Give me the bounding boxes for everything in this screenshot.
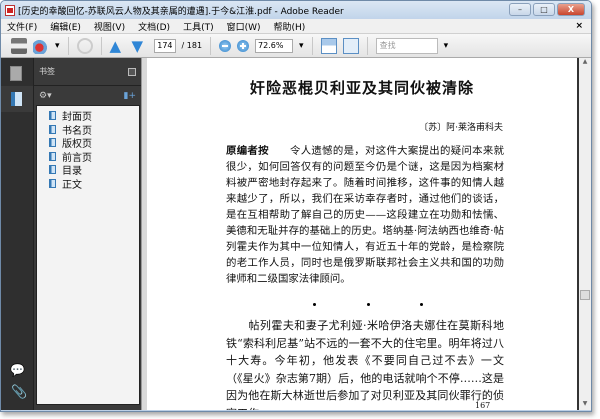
menu-document[interactable]: 文档(D) xyxy=(138,20,170,33)
document-page: 奸险恶棍贝利亚及其同伙被清除 〔苏〕阿·莱洛甫科夫 原编者按 令人遗憾的是，对这… xyxy=(147,58,577,410)
find-dropdown-icon[interactable]: ▾ xyxy=(444,41,449,51)
menu-bar: 文件(F) 编辑(E) 视图(V) 文档(D) 工具(T) 窗口(W) 帮助(H… xyxy=(1,19,591,34)
section-divider xyxy=(313,303,423,306)
bookmark-item[interactable]: 前言页 xyxy=(37,150,139,164)
bookmark-icon xyxy=(49,165,56,175)
toolbar: ▾ ▲ ▼ 174 / 181 72.6% ▾ 查找 ▾ xyxy=(1,34,591,58)
menu-help[interactable]: 帮助(H) xyxy=(274,20,306,33)
title-bar: [历史的幸酸回忆-苏联风云人物及其亲属的遭遇].于今&江淮.pdf - Adob… xyxy=(1,1,591,19)
menu-view[interactable]: 视图(V) xyxy=(94,20,125,33)
share-icon[interactable] xyxy=(33,37,49,54)
bookmarks-panel: 书签 ⚙▾ ▮+ 封面页 书名页 版权页 前言页 目录 正文 xyxy=(33,58,141,410)
find-input[interactable]: 查找 xyxy=(375,37,438,54)
body-text: 帖列霍夫和妻子尤利娅·米哈伊洛夫娜住在莫斯科地铁“索科利尼基”站不远的一套不大的… xyxy=(226,319,504,410)
page-number: 167 xyxy=(475,401,491,410)
maximize-button[interactable]: □ xyxy=(533,3,555,16)
pages-icon[interactable] xyxy=(10,66,22,81)
bookmark-item[interactable]: 版权页 xyxy=(37,136,139,150)
zoom-out-icon[interactable] xyxy=(219,39,232,52)
page-number-input[interactable]: 174 xyxy=(153,38,176,53)
close-button[interactable]: X xyxy=(557,3,585,16)
print-icon[interactable] xyxy=(11,37,27,54)
editor-note-text: 令人遗憾的是，对这件大案提出的疑问本来就很少，如何回答仅有的问题至今仍是个谜，这… xyxy=(226,145,505,285)
fit-width-icon[interactable] xyxy=(342,37,359,54)
bookmark-icon xyxy=(49,124,56,134)
collaborate-icon xyxy=(76,37,93,54)
vertical-scrollbar[interactable]: ▲ ▼ xyxy=(577,58,591,410)
zoom-in-icon[interactable] xyxy=(237,39,250,52)
bookmark-item[interactable]: 正文 xyxy=(37,177,139,191)
separator xyxy=(67,36,69,55)
collapse-panel-button[interactable] xyxy=(128,67,136,76)
options-gear-icon[interactable]: ⚙▾ xyxy=(39,91,52,101)
scroll-thumb[interactable] xyxy=(580,290,590,300)
pdf-app-icon xyxy=(5,4,15,16)
article-title: 奸险恶棍贝利亚及其同伙被清除 xyxy=(249,79,474,97)
body-paragraph: 帖列霍夫和妻子尤利娅·米哈伊洛夫娜住在莫斯科地铁“索科利尼基”站不远的一套不大的… xyxy=(226,317,504,410)
comments-icon[interactable]: 💬 xyxy=(10,363,25,377)
bookmark-item[interactable]: 封面页 xyxy=(37,109,139,123)
menu-edit[interactable]: 编辑(E) xyxy=(50,20,81,33)
attachments-icon[interactable]: 📎 xyxy=(11,385,27,400)
editor-note-paragraph: 原编者按 令人遗憾的是，对这件大案提出的疑问本来就很少，如何回答仅有的问题至今仍… xyxy=(226,143,504,287)
share-dropdown-icon[interactable]: ▾ xyxy=(55,41,60,51)
scroll-up-arrow[interactable]: ▲ xyxy=(579,58,591,66)
adobe-reader-window: [历史的幸酸回忆-苏联风云人物及其亲属的遭遇].于今&江淮.pdf - Adob… xyxy=(0,0,592,412)
bookmark-icon xyxy=(49,138,56,148)
zoom-level-input[interactable]: 72.6% xyxy=(255,38,294,53)
bookmarks-icon[interactable] xyxy=(1,86,33,112)
bookmark-icon xyxy=(49,111,56,121)
bookmark-item[interactable]: 书名页 xyxy=(37,123,139,137)
bookmark-item[interactable]: 目录 xyxy=(37,163,139,177)
navigation-strip: 💬 📎 xyxy=(1,58,33,410)
menu-file[interactable]: 文件(F) xyxy=(7,20,37,33)
article-author: 〔苏〕阿·莱洛甫科夫 xyxy=(419,123,503,133)
zoom-dropdown-icon[interactable]: ▾ xyxy=(299,41,304,51)
separator xyxy=(210,36,212,55)
total-pages: / 181 xyxy=(181,41,203,50)
close-document-button[interactable]: × xyxy=(575,21,583,31)
menu-window[interactable]: 窗口(W) xyxy=(227,20,261,33)
bookmark-label: 正文 xyxy=(62,179,82,191)
bookmark-icon xyxy=(49,151,56,161)
bookmark-icon xyxy=(49,178,56,188)
minimize-button[interactable]: – xyxy=(509,3,531,16)
next-page-icon[interactable]: ▼ xyxy=(132,38,148,54)
window-title: [历史的幸酸回忆-苏联风云人物及其亲属的遭遇].于今&江淮.pdf - Adob… xyxy=(18,6,344,17)
fit-page-icon[interactable] xyxy=(320,37,337,54)
scroll-down-arrow[interactable]: ▼ xyxy=(579,400,591,408)
new-bookmark-icon[interactable]: ▮+ xyxy=(124,91,137,101)
bookmark-list: 封面页 书名页 版权页 前言页 目录 正文 xyxy=(36,105,140,405)
menu-tools[interactable]: 工具(T) xyxy=(183,20,214,33)
panel-title: 书签 xyxy=(39,67,55,76)
separator xyxy=(311,36,313,55)
previous-page-icon[interactable]: ▲ xyxy=(110,38,126,54)
separator xyxy=(100,36,102,55)
separator xyxy=(366,36,368,55)
editor-note-label: 原编者按 xyxy=(226,145,269,157)
